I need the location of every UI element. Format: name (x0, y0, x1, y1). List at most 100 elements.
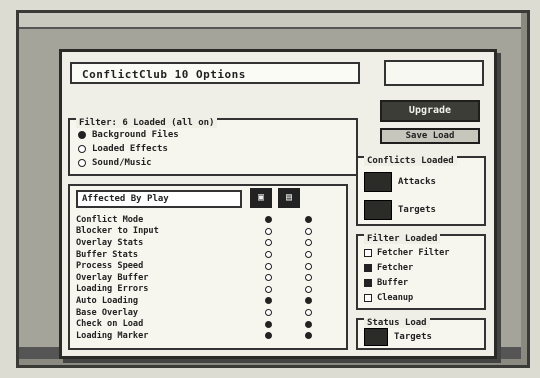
toggle-icon[interactable] (304, 262, 312, 270)
list-row-col1 (248, 320, 288, 328)
list-row: Auto Loading (76, 295, 338, 307)
toggle-icon[interactable] (264, 309, 272, 317)
toggle-icon[interactable] (304, 274, 312, 282)
toggle-icon[interactable] (264, 262, 272, 270)
list-row-col2 (288, 216, 328, 224)
list-row: Overlay Buffer (76, 272, 338, 284)
list-row-label: Base Overlay (76, 307, 139, 318)
list-row-col2 (288, 297, 328, 305)
filter-option-label: Sound/Music (92, 158, 152, 168)
list-row-label: Conflict Mode (76, 214, 144, 225)
thumbnail-icon (364, 328, 388, 346)
toggle-icon[interactable] (264, 285, 272, 293)
screen: ConflictClub 10 Options Upgrade Save Loa… (16, 10, 530, 368)
list-row-col2 (288, 320, 328, 328)
toggle-icon[interactable] (264, 216, 272, 224)
toggle-icon[interactable] (304, 332, 312, 340)
thumbnail-icon (364, 200, 392, 220)
list-row-label: Overlay Stats (76, 237, 144, 248)
checkbox-icon[interactable] (364, 249, 372, 257)
filter2-option[interactable]: Fetcher Filter (364, 248, 449, 258)
list-row: Loading Errors (76, 284, 338, 296)
filter-loaded-group: Filter Loaded Fetcher Filter Fetcher Buf… (356, 234, 486, 310)
conflict-item-label: Targets (398, 205, 436, 215)
list-row-col2 (288, 309, 328, 317)
radio-icon[interactable] (78, 131, 86, 139)
list-row: Blocker to Input (76, 226, 338, 238)
toggle-icon[interactable] (264, 274, 272, 282)
list-row-label: Loading Marker (76, 330, 149, 341)
toggle-icon[interactable] (304, 216, 312, 224)
list-row-col1 (248, 239, 288, 247)
radio-icon[interactable] (78, 159, 86, 167)
list-row-label: Blocker to Input (76, 226, 159, 237)
toggle-icon[interactable] (264, 251, 272, 259)
toggle-icon[interactable] (304, 297, 312, 305)
monitor-bezel: ConflictClub 10 Options Upgrade Save Loa… (0, 0, 540, 378)
top-right-field[interactable] (384, 60, 484, 86)
filter2-option[interactable]: Cleanup (364, 293, 413, 303)
toggle-icon[interactable] (264, 297, 272, 305)
list-row-label: Overlay Buffer (76, 272, 149, 283)
checkbox-icon[interactable] (364, 264, 372, 272)
list-row: Base Overlay (76, 307, 338, 319)
toggle-icon[interactable] (304, 285, 312, 293)
background-menubar (19, 13, 521, 29)
filter-option-label: Background Files (92, 130, 179, 140)
list-row-col1 (248, 227, 288, 235)
status-load-label: Status Load (364, 318, 430, 328)
filter-option[interactable]: Loaded Effects (78, 144, 168, 154)
list-row-col2 (288, 285, 328, 293)
print-icon[interactable]: ▣ (250, 188, 272, 208)
list-header-select[interactable]: Affected By Play (76, 190, 242, 208)
list-row: Check on Load (76, 318, 338, 330)
conflict-item[interactable]: Attacks (364, 172, 436, 192)
filter-option[interactable]: Sound/Music (78, 158, 152, 168)
conflict-item-label: Attacks (398, 177, 436, 187)
filter2-option-label: Buffer (377, 278, 409, 288)
toggle-icon[interactable] (264, 320, 272, 328)
toggle-icon[interactable] (304, 239, 312, 247)
list-row-col2 (288, 262, 328, 270)
grid-icon[interactable]: ▤ (278, 188, 300, 208)
radio-icon[interactable] (78, 145, 86, 153)
toggle-icon[interactable] (304, 309, 312, 317)
toggle-icon[interactable] (264, 239, 272, 247)
list-row: Process Speed (76, 260, 338, 272)
toggle-icon[interactable] (304, 227, 312, 235)
list-row-col1 (248, 262, 288, 270)
background-left-column (19, 133, 43, 333)
list-row-col1 (248, 285, 288, 293)
filter2-option[interactable]: Buffer (364, 278, 408, 288)
filters-group: Filter: 6 Loaded (all on) Background Fil… (68, 118, 358, 176)
background-right-column (499, 133, 523, 333)
toggle-icon[interactable] (304, 251, 312, 259)
list-row-label: Process Speed (76, 261, 144, 272)
toggle-icon[interactable] (264, 227, 272, 235)
filter2-option-label: Fetcher Filter (377, 248, 450, 258)
toggle-icon[interactable] (264, 332, 272, 340)
options-list: Conflict Mode Blocker to Input Overlay Sta… (76, 214, 338, 342)
list-row-col1 (248, 297, 288, 305)
filters-group-label: Filter: 6 Loaded (all on) (76, 118, 218, 128)
list-row-col1 (248, 309, 288, 317)
filter2-option-label: Fetcher (377, 263, 414, 273)
list-row: Overlay Stats (76, 237, 338, 249)
upgrade-button[interactable]: Upgrade (380, 100, 480, 122)
options-dialog: ConflictClub 10 Options Upgrade Save Loa… (59, 49, 497, 359)
dialog-title: ConflictClub 10 Options (70, 62, 360, 84)
status-load-item[interactable]: Targets (364, 328, 432, 346)
toggle-icon[interactable] (304, 320, 312, 328)
list-row-label: Auto Loading (76, 295, 139, 306)
filter2-option[interactable]: Fetcher (364, 263, 413, 273)
filter-loaded-label: Filter Loaded (364, 234, 441, 244)
list-row-col2 (288, 239, 328, 247)
filter-option-label: Loaded Effects (92, 144, 168, 154)
filter-option[interactable]: Background Files (78, 130, 179, 140)
checkbox-icon[interactable] (364, 294, 372, 302)
list-row-col1 (248, 251, 288, 259)
list-row: Buffer Stats (76, 249, 338, 261)
conflict-item[interactable]: Targets (364, 200, 436, 220)
checkbox-icon[interactable] (364, 279, 372, 287)
secondary-button[interactable]: Save Load (380, 128, 480, 144)
